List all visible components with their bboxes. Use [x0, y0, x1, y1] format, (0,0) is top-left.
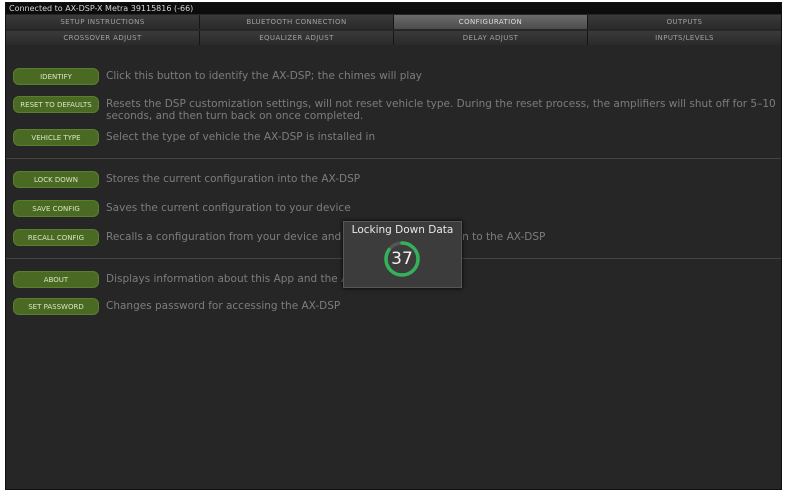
set-password-button[interactable]: SET PASSWORD	[13, 298, 99, 315]
app-window: Connected to AX-DSP-X Metra 39115816 (-6…	[5, 2, 782, 490]
dialog-title: Locking Down Data	[351, 224, 454, 236]
tab-setup-instructions[interactable]: SETUP INSTRUCTIONS	[6, 15, 200, 29]
reset-to-defaults-button[interactable]: RESET TO DEFAULTS	[13, 96, 99, 113]
vehicle-type-description: Select the type of vehicle the AX-DSP is…	[106, 131, 376, 143]
recall-config-button[interactable]: RECALL CONFIG	[13, 229, 99, 246]
vehicle-type-row: VEHICLE TYPE Select the type of vehicle …	[13, 129, 777, 146]
tab-bluetooth-connection[interactable]: BLUETOOTH CONNECTION	[200, 15, 394, 29]
connection-status: Connected to AX-DSP-X Metra 39115816 (-6…	[6, 3, 781, 14]
tab-configuration[interactable]: CONFIGURATION	[394, 15, 588, 29]
about-button[interactable]: ABOUT	[13, 271, 99, 288]
reset-description: Resets the DSP customization settings, w…	[106, 98, 776, 122]
reset-row: RESET TO DEFAULTS Resets the DSP customi…	[13, 96, 777, 122]
tab-equalizer-adjust[interactable]: EQUALIZER ADJUST	[200, 31, 394, 45]
section-divider	[6, 158, 781, 159]
tab-bar-primary: SETUP INSTRUCTIONS BLUETOOTH CONNECTION …	[6, 15, 781, 29]
set-password-row: SET PASSWORD Changes password for access…	[13, 298, 777, 315]
identify-row: IDENTIFY Click this button to identify t…	[13, 68, 777, 85]
tab-inputs-levels[interactable]: INPUTS/LEVELS	[588, 31, 781, 45]
identify-description: Click this button to identify the AX-DSP…	[106, 70, 422, 82]
lock-down-description: Stores the current configuration into th…	[106, 173, 361, 185]
lock-down-row: LOCK DOWN Stores the current configurati…	[13, 171, 777, 188]
progress-value: 37	[391, 249, 413, 269]
tab-bar-secondary: CROSSOVER ADJUST EQUALIZER ADJUST DELAY …	[6, 31, 781, 45]
save-config-row: SAVE CONFIG Saves the current configurat…	[13, 200, 777, 217]
recall-config-description: Recalls a configuration from your device…	[106, 231, 546, 243]
identify-button[interactable]: IDENTIFY	[13, 68, 99, 85]
locking-down-dialog: Locking Down Data 37	[343, 221, 462, 288]
tab-delay-adjust[interactable]: DELAY ADJUST	[394, 31, 588, 45]
about-description: Displays information about this App and …	[106, 273, 380, 285]
tab-outputs[interactable]: OUTPUTS	[588, 15, 781, 29]
vehicle-type-button[interactable]: VEHICLE TYPE	[13, 129, 99, 146]
tab-crossover-adjust[interactable]: CROSSOVER ADJUST	[6, 31, 200, 45]
save-config-button[interactable]: SAVE CONFIG	[13, 200, 99, 217]
save-config-description: Saves the current configuration to your …	[106, 202, 351, 214]
lock-down-button[interactable]: LOCK DOWN	[13, 171, 99, 188]
set-password-description: Changes password for accessing the AX-DS…	[106, 300, 341, 312]
